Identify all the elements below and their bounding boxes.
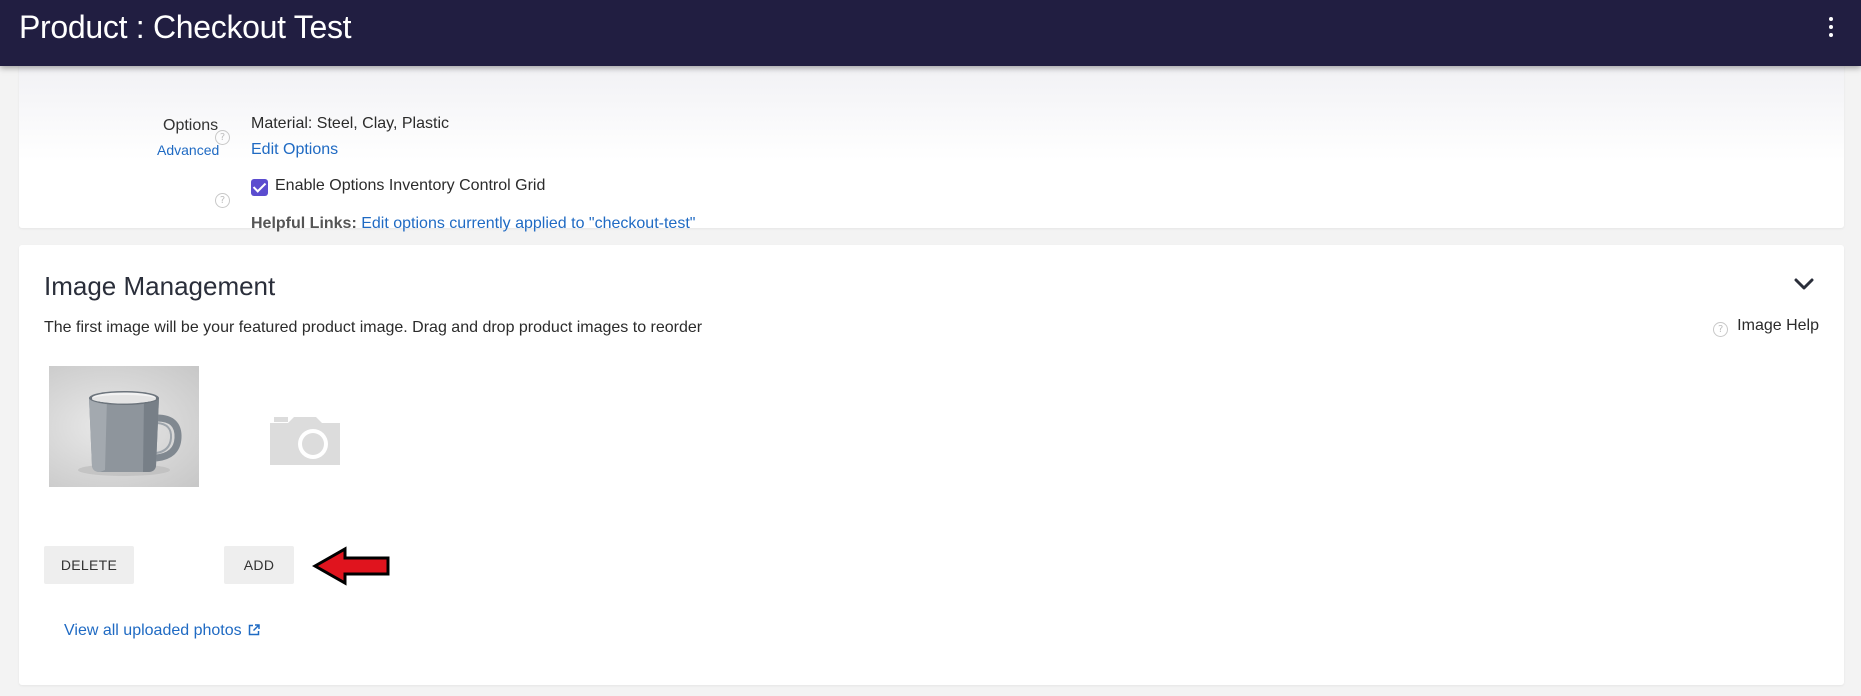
view-all-photos-label: View all uploaded photos bbox=[64, 622, 242, 639]
inventory-grid-checkbox[interactable] bbox=[251, 179, 268, 196]
help-icon: ? bbox=[1713, 322, 1729, 337]
inventory-help-icon[interactable]: ? bbox=[215, 193, 230, 208]
more-vert-icon[interactable] bbox=[1825, 17, 1837, 37]
advanced-link[interactable]: Advanced bbox=[157, 142, 219, 158]
add-button[interactable]: ADD bbox=[224, 546, 294, 584]
arrow-left-icon bbox=[312, 546, 390, 586]
product-image-thumbnail[interactable] bbox=[49, 366, 199, 487]
delete-button[interactable]: DELETE bbox=[44, 546, 134, 584]
options-label: Options bbox=[163, 117, 219, 134]
helpful-links: Helpful Links: Edit options currently ap… bbox=[251, 215, 695, 233]
section-title: Image Management bbox=[44, 271, 276, 301]
view-all-photos-link[interactable]: View all uploaded photos bbox=[64, 622, 260, 640]
external-link-icon bbox=[248, 624, 260, 636]
edit-applied-options-link[interactable]: Edit options currently applied to "check… bbox=[361, 215, 695, 232]
camera-icon[interactable] bbox=[270, 415, 340, 465]
options-card: Options Advanced ? Material: Steel, Clay… bbox=[19, 40, 1844, 232]
inventory-grid-label: Enable Options Inventory Control Grid bbox=[275, 177, 546, 194]
top-app-bar: Product : Checkout Test bbox=[0, 0, 1861, 66]
mug-photo bbox=[78, 391, 182, 476]
image-help-label: Image Help bbox=[1737, 317, 1819, 334]
image-instructions: The first image will be your featured pr… bbox=[44, 319, 703, 336]
helpful-links-label: Helpful Links: bbox=[251, 215, 357, 232]
image-management-card: Image Management The first image will be… bbox=[19, 245, 1844, 685]
edit-options-link[interactable]: Edit Options bbox=[251, 141, 338, 159]
chevron-down-icon[interactable] bbox=[1794, 277, 1814, 291]
image-help-link[interactable]: ? Image Help bbox=[1713, 317, 1819, 337]
options-help-icon[interactable]: ? bbox=[215, 130, 230, 145]
page-title: Product : Checkout Test bbox=[19, 9, 352, 45]
options-value: Material: Steel, Clay, Plastic bbox=[251, 115, 449, 132]
